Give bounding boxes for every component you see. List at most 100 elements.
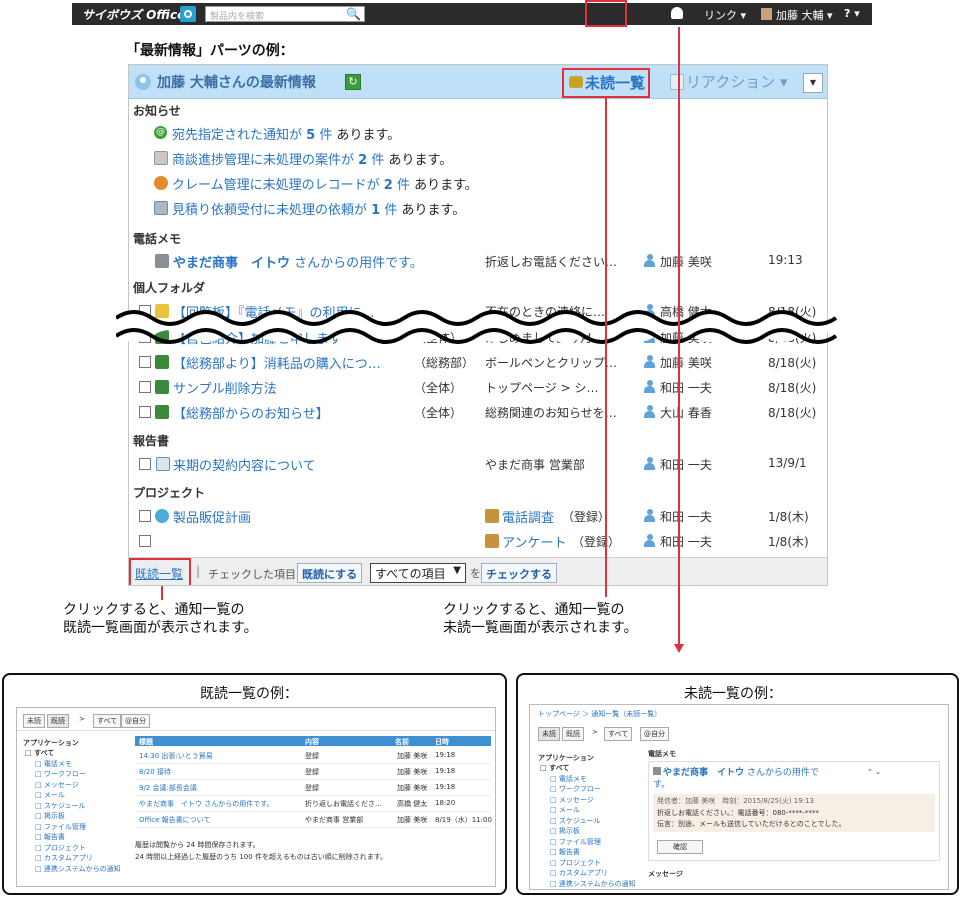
row-title[interactable]: 8/20 接待 [139, 767, 171, 777]
app-tree-item[interactable]: □ 報告書 [25, 832, 135, 843]
project-title[interactable]: 製品販促計画 [173, 507, 251, 526]
mark-read-button[interactable]: 既読にする [297, 563, 363, 583]
notification-bell-icon[interactable] [671, 7, 683, 19]
app-tree-item[interactable]: □ スケジュール [25, 801, 135, 812]
phone-memo-row[interactable]: やまだ商事 イトウ さんからの用件です。 折返しお電話ください… 加藤 美咲 1… [129, 251, 827, 273]
tab-unread[interactable]: 未読 [23, 714, 45, 728]
col-date[interactable]: 日時 [435, 737, 449, 747]
app-tree-item[interactable]: □ 連携システムからの通知 [25, 864, 135, 875]
app-tree-item[interactable]: □ カスタムアプリ [540, 868, 648, 879]
row-title[interactable]: 14:30 出張:いとう貿易 [139, 751, 213, 761]
read-list-link[interactable]: 既読一覧 [135, 565, 183, 582]
collapse-icons[interactable]: ⌃ ⌄ [867, 768, 881, 776]
check-button[interactable]: チェックする [481, 563, 557, 583]
table-row[interactable]: 8/20 接待 登録 加藤 美咲 19:18 [135, 764, 491, 780]
row-title[interactable]: 9/2 会議:部長会議 [139, 783, 197, 793]
confirm-button[interactable]: 確認 [657, 840, 703, 854]
col-name[interactable]: 名前 [395, 737, 409, 747]
help-menu[interactable]: ? ▾ [844, 7, 860, 20]
row-checkbox[interactable] [139, 406, 151, 418]
folder-row[interactable]: 【総務部より】消耗品の購入につ… （総務部） ボールペンとクリップ… 加藤 美咲 8/1… [129, 352, 827, 374]
notice-text[interactable]: 宛先指定された通知が 5 件 あります。 [172, 124, 400, 143]
app-tree-item[interactable]: □ 報告書 [540, 847, 648, 858]
search-input[interactable]: 製品内を検索 [205, 6, 365, 22]
app-tree-item[interactable]: □ ファイル管理 [540, 837, 648, 848]
tab-unread[interactable]: 未読 [538, 727, 560, 741]
folder-item-title[interactable]: 【総務部からのお知らせ】 [173, 403, 329, 422]
user-name[interactable]: 加藤 美咲 [660, 253, 712, 270]
table-row[interactable]: Office 報告書について やまだ商事 営業部 加藤 美咲 8/19（水）11:00 [135, 812, 492, 828]
row-name[interactable]: 加藤 美咲 [397, 783, 427, 793]
breadcrumb[interactable]: トップページ ＞ 通知一覧（未読一覧） [538, 709, 661, 719]
app-tree-item[interactable]: □ プロジェクト [25, 843, 135, 854]
link-menu[interactable]: リンク ▾ [704, 7, 746, 23]
notice-text[interactable]: 見積り依頼受付に未処理の依頼が 1 件 あります。 [172, 199, 465, 218]
notice-text[interactable]: クレーム管理に未処理のレコードが 2 件 あります。 [172, 174, 478, 193]
office-app-icon[interactable] [180, 6, 196, 22]
app-tree-item[interactable]: □ ファイル管理 [25, 822, 135, 833]
row-name[interactable]: 加藤 美咲 [397, 751, 427, 761]
app-tree-item[interactable]: □ 掲示板 [540, 826, 648, 837]
row-checkbox[interactable] [139, 535, 151, 547]
search-icon[interactable]: 🔍 [346, 7, 361, 21]
row-name[interactable]: 高橋 健太 [397, 799, 427, 809]
notice-row[interactable]: 見積り依頼受付に未処理の依頼が 1 件 あります。 [129, 198, 827, 220]
row-checkbox[interactable] [139, 510, 151, 522]
app-tree-item[interactable]: □ 掲示板 [25, 811, 135, 822]
user-name[interactable]: 和田 一夫 [660, 456, 712, 473]
app-tree-item[interactable]: □ 電話メモ [25, 759, 135, 770]
row-checkbox[interactable] [139, 381, 151, 393]
reaction-menu[interactable]: リアクション ▾ [686, 71, 788, 92]
row-name[interactable]: 加藤 美咲 [397, 767, 427, 777]
user-menu[interactable]: 加藤 大輔 ▾ [776, 7, 833, 23]
folder-item-title[interactable]: 【総務部より】消耗品の購入につ… [173, 353, 381, 372]
row-checkbox[interactable] [139, 356, 151, 368]
folder-row[interactable]: サンプル削除方法 （全体） トップページ > シ… 和田 一夫 8/18(火) [129, 377, 827, 399]
app-tree-item[interactable]: □ プロジェクト [540, 858, 648, 869]
row-title[interactable]: Office 報告書について [139, 815, 210, 825]
notice-row[interactable]: @ 宛先指定された通知が 5 件 あります。 [129, 123, 827, 145]
app-tree-item[interactable]: □ スケジュール [540, 816, 648, 827]
app-tree-item[interactable]: □ 連携システムからの通知 [540, 879, 648, 890]
table-row[interactable]: やまだ商事 イトウ さんからの用件です。 折り返しお電話くださ… 高橋 健太 18:2… [135, 796, 491, 812]
card-title-cont[interactable]: す。 [653, 777, 670, 790]
app-tree-item[interactable]: □ 電話メモ [540, 774, 648, 785]
row-name[interactable]: 加藤 美咲 [397, 815, 427, 825]
tab-mine[interactable]: @自分 [640, 727, 669, 741]
project-row[interactable]: 製品販促計画 電話調査 （登録） 和田 一夫 1/8(木) [129, 506, 827, 528]
app-tree-item[interactable]: □ メール [25, 790, 135, 801]
tab-all[interactable]: すべて [604, 727, 633, 741]
notice-row[interactable]: クレーム管理に未処理のレコードが 2 件 あります。 [129, 173, 827, 195]
app-tree-item[interactable]: □ すべて [540, 763, 648, 774]
app-tree-item[interactable]: □ カスタムアプリ [25, 853, 135, 864]
card-title[interactable]: やまだ商事 イトウ さんからの用件で [663, 765, 819, 778]
app-tree-item[interactable]: □ ワークフロー [25, 769, 135, 780]
app-tree-item[interactable]: □ ワークフロー [540, 784, 648, 795]
table-row[interactable]: 9/2 会議:部長会議 登録 加藤 美咲 19:18 [135, 780, 491, 796]
row-checkbox[interactable] [139, 458, 151, 470]
user-name[interactable]: 和田 一夫 [660, 379, 712, 396]
notice-text[interactable]: 商談進捗管理に未処理の案件が 2 件 あります。 [172, 149, 452, 168]
folder-item-title[interactable]: サンプル削除方法 [173, 378, 277, 397]
tab-read[interactable]: 既読 [562, 727, 584, 741]
phone-memo-title[interactable]: やまだ商事 イトウ さんからの用件です。 [173, 252, 423, 271]
report-title[interactable]: 来期の契約内容について [173, 455, 316, 474]
report-row[interactable]: 来期の契約内容について やまだ商事 営業部 和田 一夫 13/9/1 [129, 454, 827, 476]
project-row[interactable]: アンケート （登録） 和田 一夫 1/8(木) [129, 531, 827, 553]
refresh-icon[interactable]: ↻ [345, 74, 361, 90]
panel-dropdown-button[interactable]: ▼ [803, 73, 823, 93]
app-tree-item[interactable]: □ メッセージ [25, 780, 135, 791]
col-title[interactable]: 標題 [139, 737, 153, 747]
table-row[interactable]: 14:30 出張:いとう貿易 登録 加藤 美咲 19:18 [135, 748, 491, 764]
user-name[interactable]: 和田 一夫 [660, 533, 712, 550]
folder-row[interactable]: 【総務部からのお知らせ】 （全体） 総務関連のお知らせを… 大山 春香 8/18(火) [129, 402, 827, 424]
tab-all[interactable]: すべて [93, 714, 122, 728]
project-task[interactable]: 電話調査 [502, 507, 554, 526]
item-scope-select[interactable]: すべての項目 ▼ [370, 563, 466, 583]
project-task[interactable]: アンケート [502, 532, 566, 551]
app-tree-item[interactable]: □ メール [540, 805, 648, 816]
row-title[interactable]: やまだ商事 イトウ さんからの用件です。 [139, 799, 274, 809]
app-tree-item[interactable]: □ メッセージ [540, 795, 648, 806]
tab-mine[interactable]: @自分 [121, 714, 150, 728]
user-name[interactable]: 和田 一夫 [660, 508, 712, 525]
